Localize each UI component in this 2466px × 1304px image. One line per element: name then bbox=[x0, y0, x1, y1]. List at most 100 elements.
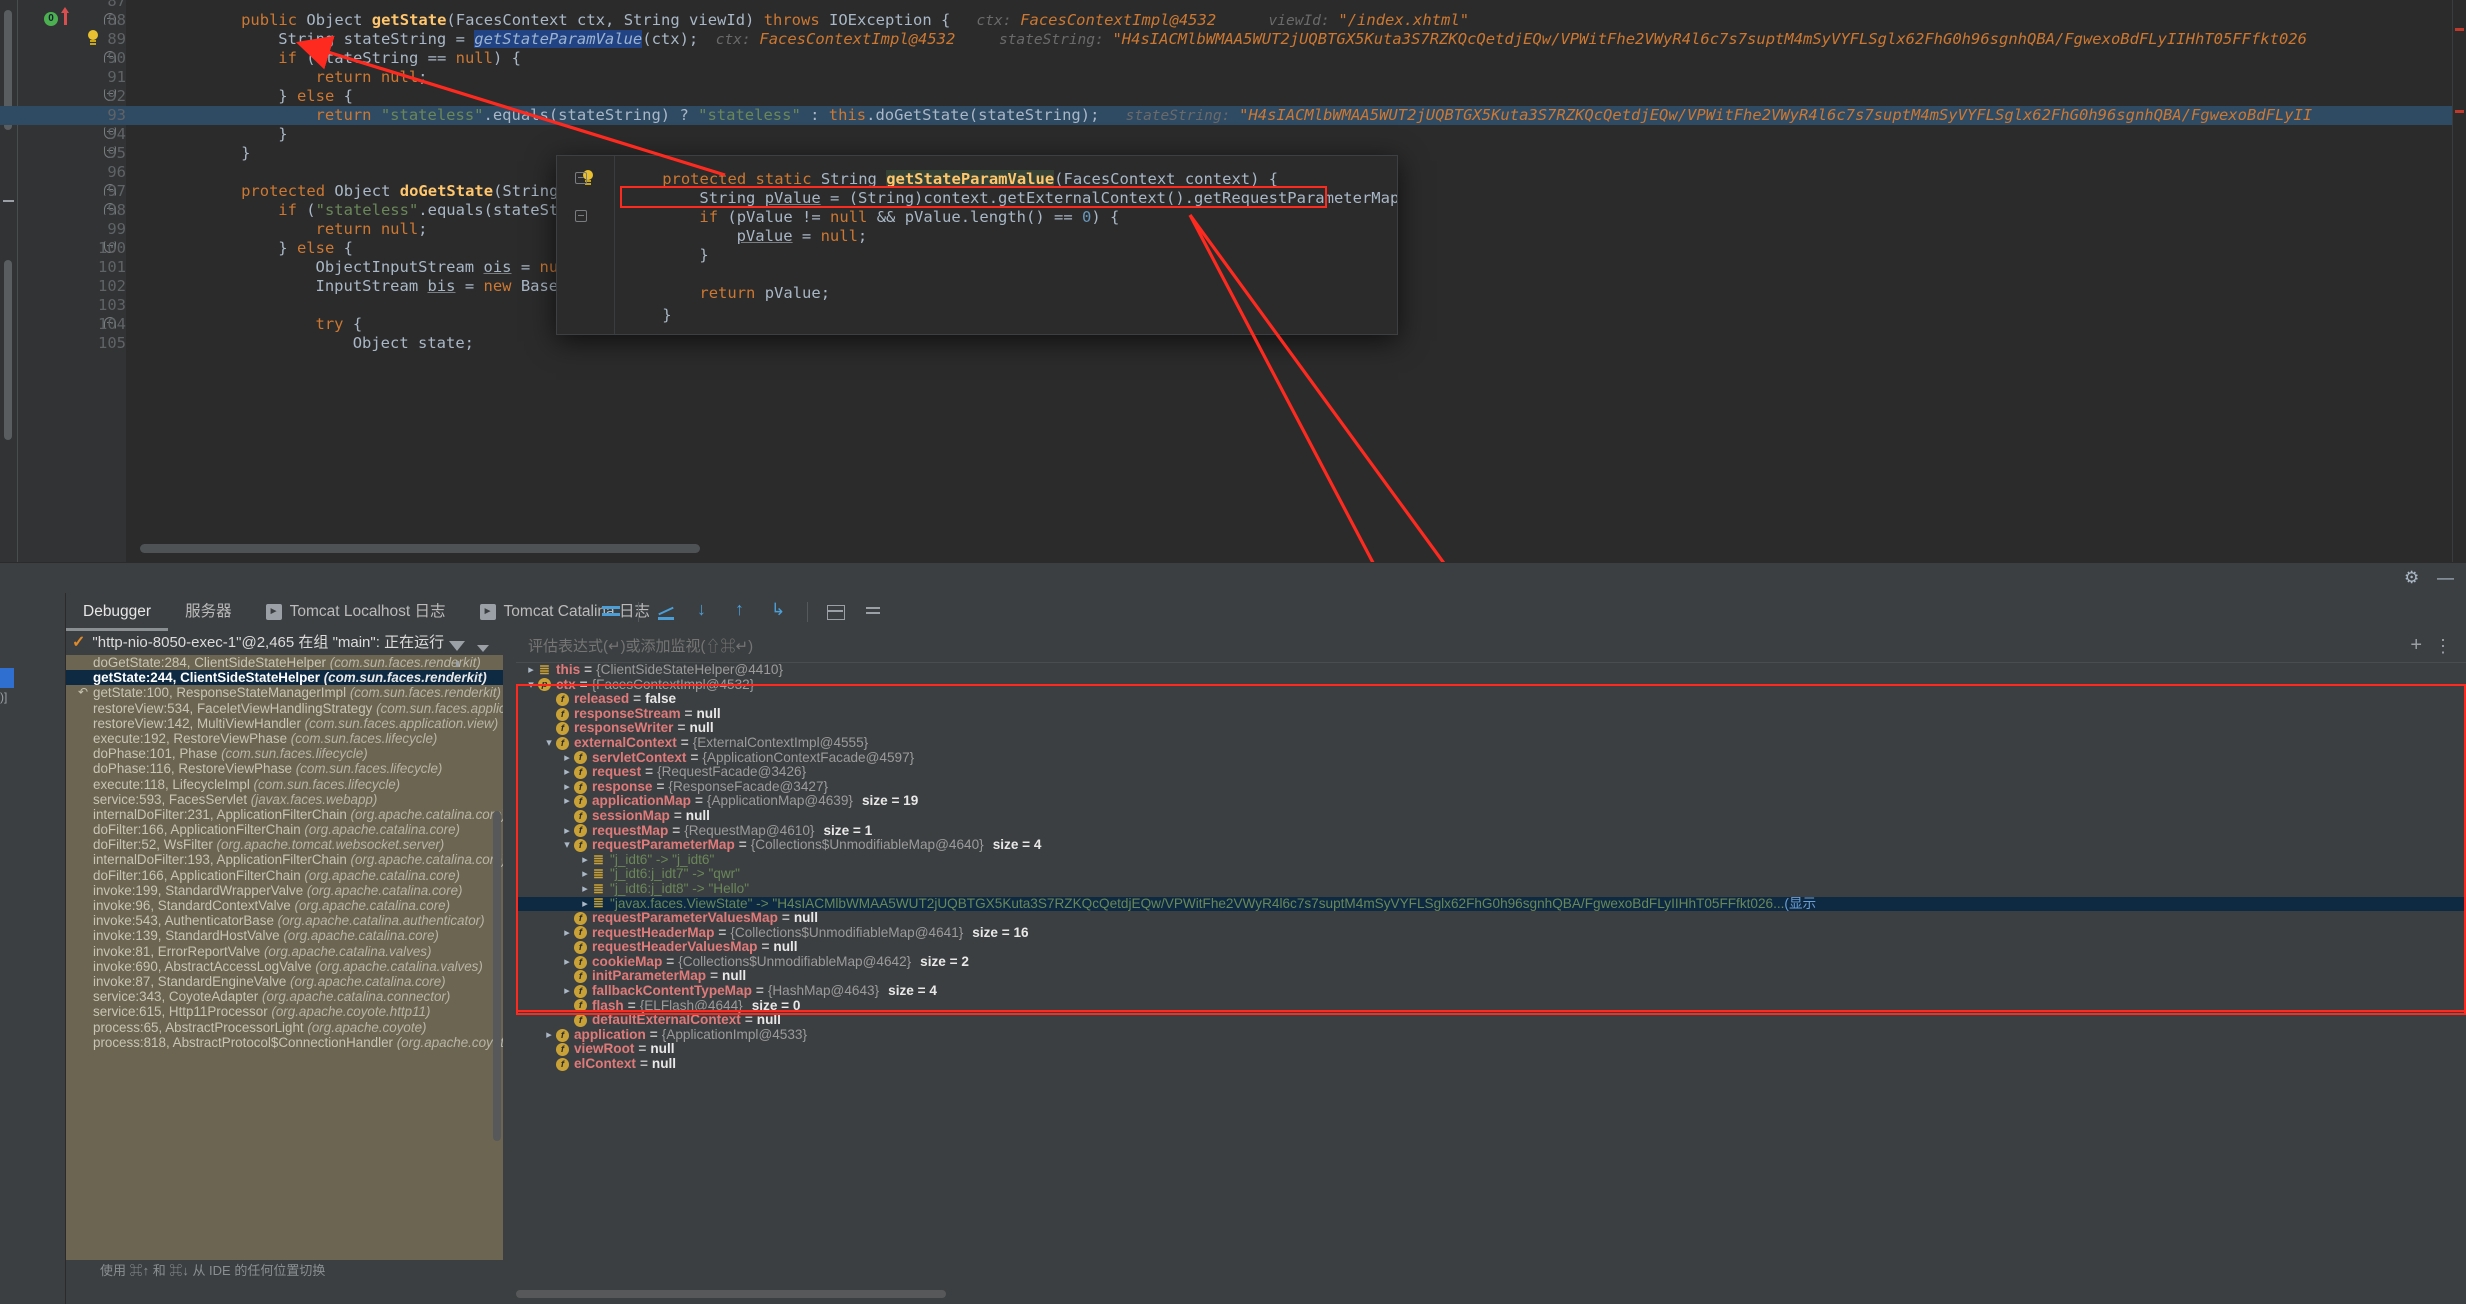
popup-code-line[interactable] bbox=[557, 265, 1397, 284]
chevron-right-icon[interactable]: ▸ bbox=[560, 765, 574, 780]
frame-row[interactable]: execute:192, RestoreViewPhase (com.sun.f… bbox=[66, 731, 503, 746]
frame-row[interactable]: service:343, CoyoteAdapter (org.apache.c… bbox=[66, 989, 503, 1004]
code-line[interactable]: if (stateString == null) { bbox=[0, 49, 2466, 68]
tab-0[interactable]: Debugger bbox=[66, 593, 168, 631]
variables-tree[interactable]: ▸ ≣ this = {ClientSideStateHelper@4410} ▾ p ctx… bbox=[516, 663, 2466, 1260]
code-line[interactable]: } else { bbox=[0, 87, 2466, 106]
debugger-tool-icons[interactable] bbox=[600, 599, 884, 623]
intention-bulb-icon[interactable] bbox=[86, 30, 100, 47]
frames-pane[interactable]: ✓ "http-nio-8050-exec-1"@2,465 在组 "main"… bbox=[66, 631, 503, 1282]
chevron-down-icon[interactable] bbox=[477, 645, 489, 652]
variable-row[interactable]: ▸ ≣ "j_idt6:j_idt8" -> "Hello" bbox=[516, 881, 2466, 897]
variable-row[interactable]: ▸ ≣ "javax.faces.ViewState" -> "H4sIACMlbW… bbox=[516, 896, 2466, 912]
variable-row[interactable]: ▸ f servletContext = {ApplicationContextFaca… bbox=[516, 750, 2466, 766]
add-watch-icon[interactable]: + bbox=[2410, 635, 2434, 659]
evaluate-expression-input[interactable] bbox=[516, 638, 2411, 655]
code-line[interactable]: Object state; bbox=[0, 334, 2466, 353]
editor-marker-strip[interactable] bbox=[2452, 0, 2466, 562]
frame-row[interactable]: doFilter:166, ApplicationFilterChain (or… bbox=[66, 822, 503, 837]
step-over-icon[interactable] bbox=[655, 601, 677, 623]
variable-row[interactable]: ▸ ≣ "j_idt6" -> "j_idt6" bbox=[516, 852, 2466, 868]
frame-row[interactable]: getState:244, ClientSideStateHelper (com… bbox=[66, 670, 503, 686]
popup-fold-icon-2[interactable] bbox=[575, 210, 587, 222]
show-more-link[interactable]: (显示 bbox=[1784, 896, 1816, 912]
frame-row[interactable]: invoke:543, AuthenticatorBase (org.apach… bbox=[66, 913, 503, 928]
frames-scrollbar[interactable] bbox=[493, 811, 501, 1141]
chevron-right-icon[interactable]: ▸ bbox=[560, 780, 574, 795]
frame-row[interactable]: process:818, AbstractProtocol$Connection… bbox=[66, 1035, 503, 1050]
chevron-down-icon[interactable]: ▾ bbox=[560, 838, 574, 853]
frame-row[interactable]: ↶ getState:100, ResponseStateManagerImpl … bbox=[66, 685, 503, 700]
frame-row[interactable]: internalDoFilter:231, ApplicationFilterC… bbox=[66, 807, 503, 822]
frame-row[interactable]: invoke:199, StandardWrapperValve (org.ap… bbox=[66, 883, 503, 898]
chevron-right-icon[interactable]: ▸ bbox=[542, 1028, 556, 1043]
frame-row[interactable]: doFilter:166, ApplicationFilterChain (or… bbox=[66, 868, 503, 883]
tab-1[interactable]: 服务器 bbox=[168, 593, 249, 631]
frame-row[interactable]: invoke:690, AbstractAccessLogValve (org.… bbox=[66, 959, 503, 974]
breakpoint-count-icon[interactable]: 0 bbox=[44, 12, 58, 26]
frame-row[interactable]: internalDoFilter:193, ApplicationFilterC… bbox=[66, 852, 503, 867]
variable-row[interactable]: f elContext = null bbox=[516, 1056, 2466, 1072]
variable-row[interactable]: ▸ f applicationMap = {ApplicationMap@4639} si… bbox=[516, 794, 2466, 809]
chevron-right-icon[interactable]: ▸ bbox=[560, 794, 574, 809]
funnel-icon[interactable] bbox=[449, 641, 465, 667]
table-view-icon[interactable] bbox=[824, 601, 846, 623]
variable-row[interactable]: ▾ p ctx = {FacesContextImpl@4532} bbox=[516, 677, 2466, 693]
run-to-cursor-icon[interactable] bbox=[769, 600, 791, 623]
popup-code-line[interactable]: } bbox=[557, 246, 1397, 265]
variable-row[interactable]: ▸ f requestMap = {RequestMap@4610} size = 1 bbox=[516, 823, 2466, 839]
quick-definition-popup[interactable]: protected static String getStateParamVal… bbox=[556, 155, 1398, 335]
variable-row[interactable]: ▸ f cookieMap = {Collections$UnmodifiableMap… bbox=[516, 954, 2466, 970]
chevron-down-icon[interactable]: ▾ bbox=[524, 678, 538, 693]
code-line[interactable]: return "stateless".equals(stateString) ?… bbox=[0, 106, 2466, 125]
frame-row[interactable]: service:593, FacesServlet (javax.faces.w… bbox=[66, 792, 503, 807]
frame-row[interactable]: process:65, AbstractProcessorLight (org.… bbox=[66, 1020, 503, 1035]
frame-row[interactable]: doPhase:101, Phase (com.sun.faces.lifecy… bbox=[66, 746, 503, 761]
code-line[interactable]: } bbox=[0, 125, 2466, 144]
code-line[interactable]: public Object getState(FacesContext ctx,… bbox=[0, 11, 2466, 30]
chevron-right-icon[interactable]: ▸ bbox=[578, 882, 592, 897]
frame-row[interactable]: service:615, Http11Processor (org.apache… bbox=[66, 1004, 503, 1019]
variable-row[interactable]: f defaultExternalContext = null bbox=[516, 1013, 2466, 1028]
debugger-action-column[interactable] bbox=[0, 593, 66, 1304]
evaluate-expression-bar[interactable]: + ⋮ bbox=[516, 631, 2466, 663]
frame-row[interactable]: invoke:81, ErrorReportValve (org.apache.… bbox=[66, 944, 503, 959]
variable-row[interactable]: f responseStream = null bbox=[516, 706, 2466, 722]
variable-row[interactable]: ▾ f externalContext = {ExternalContextImpl@4… bbox=[516, 735, 2466, 751]
watch-options-icon[interactable]: ⋮ bbox=[2434, 637, 2466, 657]
variables-horizontal-scrollbar[interactable] bbox=[516, 1290, 946, 1298]
frame-row[interactable]: invoke:139, StandardHostValve (org.apach… bbox=[66, 928, 503, 943]
code-line[interactable]: String stateString = getStateParamValue(… bbox=[0, 30, 2466, 49]
variable-row[interactable]: f flash = {ELFlash@4644} size = 0 bbox=[516, 998, 2466, 1014]
popup-fold-icon[interactable] bbox=[575, 172, 587, 184]
code-line[interactable]: return null; bbox=[0, 68, 2466, 87]
frame-row[interactable]: execute:118, LifecycleImpl (com.sun.face… bbox=[66, 777, 503, 792]
variable-row[interactable]: f released = false bbox=[516, 692, 2466, 707]
chevron-right-icon[interactable]: ▸ bbox=[578, 897, 592, 912]
chevron-right-icon[interactable]: ▸ bbox=[560, 984, 574, 999]
method-override-arrow-icon[interactable] bbox=[61, 7, 69, 25]
popup-code-line[interactable]: if (pValue != null && pValue.length() ==… bbox=[557, 208, 1397, 227]
frame-row[interactable]: restoreView:534, FaceletViewHandlingStra… bbox=[66, 701, 503, 716]
variable-row[interactable]: ▾ f requestParameterMap = {Collections$Unmod… bbox=[516, 838, 2466, 853]
variable-row[interactable]: ▸ ≣ this = {ClientSideStateHelper@4410} bbox=[516, 663, 2466, 678]
chevron-right-icon[interactable]: ▸ bbox=[560, 955, 574, 970]
gear-icon[interactable] bbox=[2404, 568, 2423, 587]
chevron-right-icon[interactable]: ▸ bbox=[560, 824, 574, 839]
variable-row[interactable]: ▸ f requestHeaderMap = {Collections$Unmodifi… bbox=[516, 925, 2466, 941]
chevron-right-icon[interactable]: ▸ bbox=[560, 926, 574, 941]
popup-code-line[interactable]: } bbox=[557, 306, 1397, 325]
variable-row[interactable]: f viewRoot = null bbox=[516, 1042, 2466, 1057]
chevron-right-icon[interactable]: ▸ bbox=[578, 867, 592, 882]
frame-row[interactable]: doPhase:116, RestoreViewPhase (com.sun.f… bbox=[66, 761, 503, 776]
minimize-icon[interactable] bbox=[2437, 568, 2456, 587]
variable-row[interactable]: f responseWriter = null bbox=[516, 721, 2466, 736]
tab-2[interactable]: ► Tomcat Localhost 日志 bbox=[249, 593, 463, 631]
frame-row[interactable]: invoke:96, StandardContextValve (org.apa… bbox=[66, 898, 503, 913]
popup-code-line[interactable]: return pValue; bbox=[557, 284, 1397, 303]
popup-code-line[interactable]: pValue = null; bbox=[557, 227, 1397, 246]
frame-row[interactable]: restoreView:142, MultiViewHandler (com.s… bbox=[66, 716, 503, 731]
frame-row[interactable]: invoke:87, StandardEngineValve (org.apac… bbox=[66, 974, 503, 989]
variables-pane[interactable]: + ⋮ ▸≣this={ClientSideStateHelper@4410}▾… bbox=[516, 631, 2466, 1282]
chevron-right-icon[interactable]: ▸ bbox=[560, 751, 574, 766]
